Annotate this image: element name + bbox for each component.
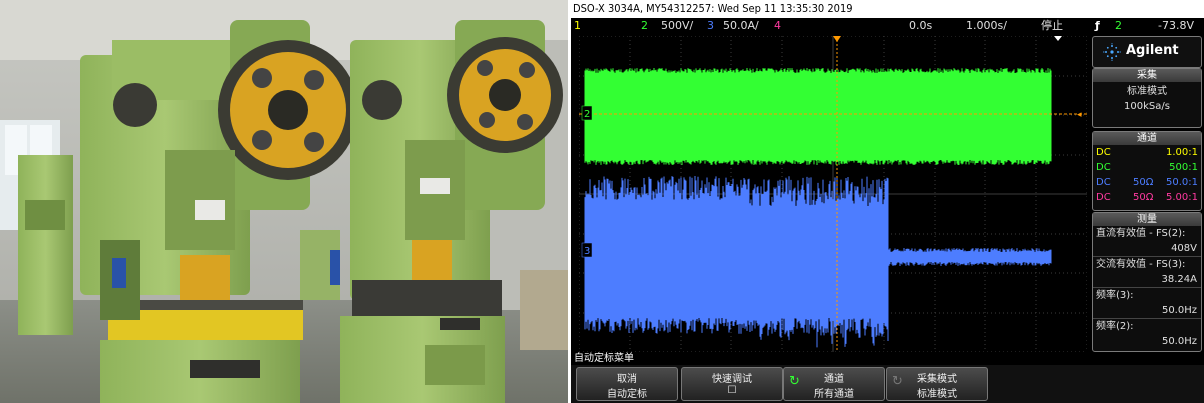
- measure-panel[interactable]: 测量 直流有效值 - FS(2): 408V 交流有效值 - FS(3): 38.24…: [1092, 212, 1202, 352]
- softkey-value: 标准模式: [917, 389, 957, 400]
- scope-title-bar: DSO-X 3034A, MY54312257: Wed Sep 11 13:3…: [571, 0, 1204, 18]
- brand-name: Agilent: [1126, 43, 1179, 58]
- channel-probe-ratio: 5.00:1: [1166, 192, 1198, 203]
- channel-impedance: 50Ω: [1133, 177, 1154, 188]
- ch3-ground-marker: 3: [584, 246, 590, 257]
- channel-probe-ratio: 1.00:1: [1166, 147, 1198, 158]
- waveform-display[interactable]: 2 3 ◂: [579, 36, 1087, 352]
- trigger-channel: 2: [1115, 19, 1122, 32]
- factory-photo: [0, 0, 568, 403]
- channel-row[interactable]: DC 1.00:1: [1093, 145, 1201, 160]
- measurement-label: 直流有效值 - FS(2):: [1096, 228, 1186, 239]
- measurement-value: 408V: [1171, 243, 1197, 254]
- ch4-indicator[interactable]: 4: [774, 18, 781, 34]
- time-delay: 0.0s: [909, 19, 933, 32]
- trigger-edge-icon: ƒ: [1095, 19, 1100, 32]
- trigger-level-arrow-icon: ◂: [1077, 110, 1082, 120]
- measurement-label: 频率(2):: [1093, 318, 1201, 334]
- fast-debug-softkey[interactable]: 快速调试 ☐: [681, 367, 783, 401]
- acquire-panel[interactable]: 采集 标准模式 100kSa/s: [1092, 68, 1202, 128]
- measurement-label: 频率(3):: [1093, 287, 1201, 303]
- trigger-level: -73.8V: [1158, 19, 1194, 32]
- agilent-spark-icon: [1103, 43, 1121, 61]
- checkbox-icon[interactable]: ☐: [682, 385, 782, 396]
- side-panel: Agilent 采集 标准模式 100kSa/s 通道 DC 1.00:1 DC 50…: [1092, 36, 1202, 352]
- time-scale: 1.000s/: [966, 19, 1007, 32]
- punch-press-illustration: [0, 0, 568, 403]
- ch3-indicator[interactable]: 3: [707, 18, 714, 34]
- ch2-indicator[interactable]: 2: [641, 18, 648, 34]
- ch1-indicator[interactable]: 1: [574, 18, 581, 34]
- channels-softkey[interactable]: ↻ 通道 所有通道: [783, 367, 885, 401]
- channel-coupling: DC: [1096, 177, 1111, 188]
- channel-coupling: DC: [1096, 147, 1111, 158]
- measurement-value: 50.0Hz: [1161, 336, 1197, 347]
- measure-title: 测量: [1093, 213, 1201, 226]
- softkey-label: 取消: [617, 374, 637, 385]
- ch3-scale: 50.0A/: [723, 19, 759, 32]
- softkey-value: 所有通道: [814, 389, 854, 400]
- cancel-autoscale-softkey[interactable]: 取消 自动定标: [576, 367, 678, 401]
- status-bar: 1 2 500V/ 3 50.0A/ 4 0.0s 1.000s/ 停止 ƒ 2…: [571, 18, 1204, 34]
- softkey-value: 自动定标: [607, 389, 647, 400]
- ch2-ground-marker: 2: [584, 109, 590, 120]
- softkey-label: 快速调试: [712, 374, 752, 385]
- channel-coupling: DC: [1096, 192, 1111, 203]
- softkey-label: 通道: [824, 374, 844, 385]
- softkey-bar: 取消 自动定标 快速调试 ☐ ↻ 通道 所有通道 ↻ 采集模式 标准模式: [571, 365, 1204, 403]
- measurement-value: 50.0Hz: [1161, 305, 1197, 316]
- brand-box: Agilent: [1092, 36, 1202, 68]
- measurement-label: 交流有效值 - FS(3):: [1093, 256, 1201, 272]
- channel-row[interactable]: DC 500:1: [1093, 160, 1201, 175]
- ch2-waveform: [584, 68, 1052, 165]
- acquire-title: 采集: [1093, 69, 1201, 82]
- oscilloscope-screen: DSO-X 3034A, MY54312257: Wed Sep 11 13:3…: [571, 0, 1204, 403]
- softkey-label: 采集模式: [917, 374, 957, 385]
- channels-title: 通道: [1093, 132, 1201, 145]
- channel-impedance: 50Ω: [1133, 192, 1154, 203]
- softkey-menu-title: 自动定标菜单: [574, 353, 634, 364]
- acquire-mode: 标准模式: [1127, 86, 1167, 97]
- acquire-rate: 100kSa/s: [1124, 101, 1170, 112]
- scope-model-timestamp: DSO-X 3034A, MY54312257: Wed Sep 11 13:3…: [573, 2, 853, 15]
- channels-panel[interactable]: 通道 DC 1.00:1 DC 500:1 DC 50Ω 50.0:1 DC 50Ω 5.00:1: [1092, 131, 1202, 211]
- channel-row[interactable]: DC 50Ω 50.0:1: [1093, 175, 1201, 190]
- channel-probe-ratio: 50.0:1: [1166, 177, 1198, 188]
- ch2-scale: 500V/: [661, 19, 694, 32]
- channel-probe-ratio: 500:1: [1169, 162, 1198, 173]
- run-state[interactable]: 停止: [1041, 18, 1063, 34]
- waveform-graticule: 2 3 ◂: [579, 36, 1087, 352]
- acquire-mode-softkey[interactable]: ↻ 采集模式 标准模式: [886, 367, 988, 401]
- channel-row[interactable]: DC 50Ω 5.00:1: [1093, 190, 1201, 205]
- measurement-value: 38.24A: [1161, 274, 1197, 285]
- channel-coupling: DC: [1096, 162, 1111, 173]
